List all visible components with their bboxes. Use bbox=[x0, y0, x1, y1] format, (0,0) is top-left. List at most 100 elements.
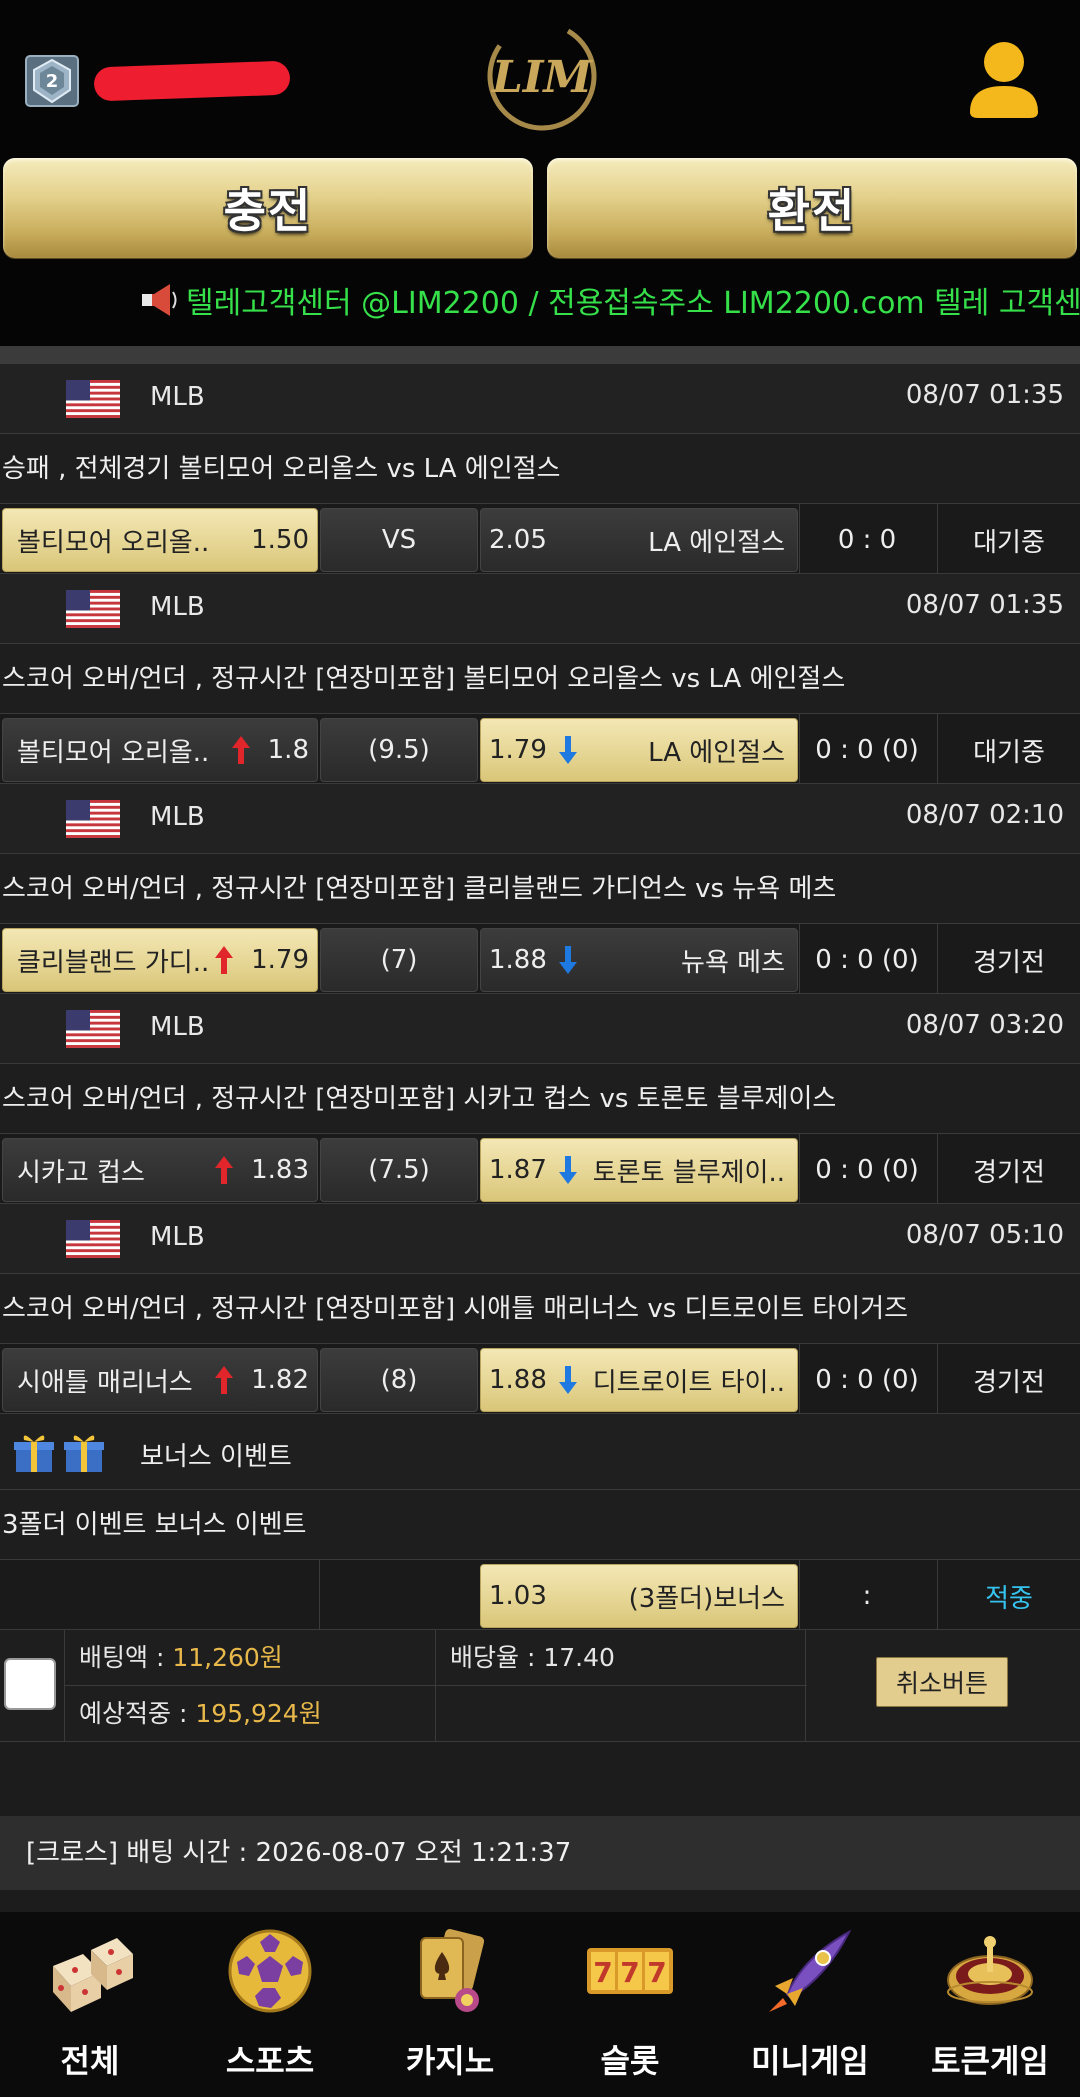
bet-list: MLB 08/07 01:35 승패 , 전체경기 볼티모어 오리올스 vs L… bbox=[0, 364, 1080, 1890]
match-time: 08/07 03:20 bbox=[905, 1010, 1064, 1040]
nav-all[interactable]: 전체 bbox=[0, 1912, 180, 2097]
ticker-text: 텔레고객센터 @LIM2200 / 전용접속주소 LIM2200.com 텔레 … bbox=[186, 286, 1080, 321]
home-odds: 1.8 bbox=[267, 735, 309, 765]
match-status: 경기전 bbox=[973, 947, 1045, 978]
home-odds: 1.82 bbox=[251, 1365, 309, 1395]
home-odds-button[interactable]: 볼티모어 오리올.. 1.50 bbox=[2, 508, 318, 572]
match-score: 0 : 0 (0) bbox=[815, 1365, 919, 1395]
home-team: 시카고 컵스 bbox=[17, 1157, 145, 1188]
market-title: 승패 , 전체경기 볼티모어 오리올스 vs LA 에인절스 bbox=[0, 434, 1080, 504]
away-odds-button[interactable]: 2.05 LA 에인절스 bbox=[480, 508, 798, 572]
rocket-icon bbox=[769, 1929, 852, 2012]
match-status: 대기중 bbox=[973, 737, 1045, 768]
nav-minigame[interactable]: 미니게임 bbox=[720, 1912, 900, 2097]
header: 2 LIM 충전 환전 텔레고객센터 @LIM2200 / 전용접속주소 LIM… bbox=[0, 0, 1080, 346]
league-row: MLB 08/07 01:35 bbox=[0, 364, 1080, 434]
nav-label: 스포츠 bbox=[225, 2042, 315, 2080]
league-name: MLB bbox=[150, 382, 205, 412]
draw-handicap-button[interactable]: (7) bbox=[320, 928, 478, 992]
bonus-odds-button[interactable]: 1.03 (3폴더)보너스 bbox=[480, 1564, 798, 1628]
market-title: 스코어 오버/언더 , 정규시간 [연장미포함] 시애틀 매리너스 vs 디트로… bbox=[0, 1274, 1080, 1344]
away-odds-button[interactable]: 1.79 LA 에인절스 bbox=[480, 718, 798, 782]
league-row: MLB 08/07 03:20 bbox=[0, 994, 1080, 1064]
league-name: MLB bbox=[150, 802, 205, 832]
megaphone-icon bbox=[142, 284, 177, 316]
summary-grid: 배팅액 : 11,260원 배당율 : 17.40 예상적중 : 195,924… bbox=[64, 1630, 807, 1742]
arrow-down-icon bbox=[558, 1156, 577, 1184]
bonus-label: (3폴더)보너스 bbox=[628, 1583, 785, 1614]
bonus-status: 적중 bbox=[985, 1583, 1033, 1614]
away-odds: 2.05 bbox=[489, 525, 547, 555]
notice-ticker: 텔레고객센터 @LIM2200 / 전용접속주소 LIM2200.com 텔레 … bbox=[140, 278, 1080, 322]
soccer-ball-icon bbox=[228, 1929, 312, 2013]
draw-handicap-button[interactable]: VS bbox=[320, 508, 478, 572]
away-team: 디트로이트 타이.. bbox=[592, 1367, 785, 1398]
svg-text:2: 2 bbox=[46, 71, 59, 92]
league-name: MLB bbox=[150, 1222, 205, 1252]
away-odds: 1.88 bbox=[489, 945, 547, 975]
match-status: 경기전 bbox=[973, 1157, 1045, 1188]
draw-handicap-button[interactable]: (7.5) bbox=[320, 1138, 478, 1202]
select-checkbox[interactable] bbox=[4, 1658, 56, 1710]
nav-label: 전체 bbox=[60, 2042, 120, 2080]
playing-cards-icon bbox=[420, 1929, 485, 2012]
home-odds-button[interactable]: 시카고 컵스 1.83 bbox=[2, 1138, 318, 1202]
svg-text:7: 7 bbox=[593, 1956, 612, 1989]
user-info[interactable]: 2 bbox=[24, 54, 291, 108]
odds-row: 시카고 컵스 1.83 (7.5) 1.87 토론토 블루제이.. 0 : 0 … bbox=[0, 1134, 1080, 1204]
home-odds-button[interactable]: 볼티모어 오리올.. 1.8 bbox=[2, 718, 318, 782]
home-team: 클리블랜드 가디.. bbox=[17, 947, 210, 978]
cancel-button[interactable]: 취소버튼 bbox=[876, 1657, 1008, 1707]
charge-button[interactable]: 충전 bbox=[3, 158, 533, 258]
away-odds: 1.87 bbox=[489, 1155, 547, 1185]
slot-777-icon: 7 7 7 bbox=[587, 1948, 673, 1994]
odds-row: 시애틀 매리너스 1.82 (8) 1.88 디트로이트 타이.. 0 : 0 … bbox=[0, 1344, 1080, 1414]
arrow-down-icon bbox=[558, 736, 577, 764]
away-team: 뉴욕 메츠 bbox=[681, 947, 785, 978]
away-team: LA 에인절스 bbox=[648, 527, 785, 558]
away-team: LA 에인절스 bbox=[648, 737, 785, 768]
bet-summary: 배팅액 : 11,260원 배당율 : 17.40 예상적중 : 195,924… bbox=[0, 1630, 1080, 1742]
match-score: 0 : 0 (0) bbox=[815, 1155, 919, 1185]
level-badge-icon: 2 bbox=[25, 55, 79, 107]
nav-sports[interactable]: 스포츠 bbox=[180, 1912, 360, 2097]
nav-casino[interactable]: 카지노 bbox=[360, 1912, 540, 2097]
nav-slot[interactable]: 7 7 7 슬롯 bbox=[540, 1912, 720, 2097]
arrow-up-icon bbox=[231, 736, 250, 764]
away-odds-button[interactable]: 1.87 토론토 블루제이.. bbox=[480, 1138, 798, 1202]
arrow-up-icon bbox=[215, 1156, 234, 1184]
league-row: MLB 08/07 02:10 bbox=[0, 784, 1080, 854]
nav-label: 카지노 bbox=[405, 2042, 495, 2080]
match-score: 0 : 0 bbox=[837, 525, 897, 555]
away-odds-button[interactable]: 1.88 디트로이트 타이.. bbox=[480, 1348, 798, 1412]
away-odds: 1.79 bbox=[489, 735, 547, 765]
nav-token-game[interactable]: 토큰게임 bbox=[900, 1912, 1080, 2097]
away-odds-button[interactable]: 1.88 뉴욕 메츠 bbox=[480, 928, 798, 992]
match-status: 대기중 bbox=[973, 527, 1045, 558]
draw-handicap-button[interactable]: (9.5) bbox=[320, 718, 478, 782]
dice-icon bbox=[53, 1938, 133, 2012]
us-flag-icon bbox=[66, 590, 120, 628]
gift-icon bbox=[64, 1435, 104, 1472]
league-row: MLB 08/07 01:35 bbox=[0, 574, 1080, 644]
profile-icon[interactable] bbox=[964, 36, 1044, 120]
header-separator bbox=[0, 346, 1080, 364]
match-time: 08/07 05:10 bbox=[905, 1220, 1064, 1250]
home-team: 볼티모어 오리올.. bbox=[17, 737, 210, 768]
bonus-title: 보너스 이벤트 bbox=[140, 1442, 292, 1472]
away-odds: 1.88 bbox=[489, 1365, 547, 1395]
us-flag-icon bbox=[66, 380, 120, 418]
bonus-market: 3폴더 이벤트 보너스 이벤트 bbox=[0, 1490, 1080, 1560]
us-flag-icon bbox=[66, 1010, 120, 1048]
odds-row: 클리블랜드 가디.. 1.79 (7) 1.88 뉴욕 메츠 0 : 0 (0)… bbox=[0, 924, 1080, 994]
lim-logo: LIM bbox=[487, 21, 597, 131]
draw-handicap-button[interactable]: (8) bbox=[320, 1348, 478, 1412]
bottom-nav: 전체 스포츠 카지노 7 7 7 슬롯 미니게임 토큰게임 bbox=[0, 1912, 1080, 2097]
gift-icon bbox=[14, 1435, 54, 1472]
home-odds-button[interactable]: 클리블랜드 가디.. 1.79 bbox=[2, 928, 318, 992]
us-flag-icon bbox=[66, 800, 120, 838]
exchange-button[interactable]: 환전 bbox=[547, 158, 1077, 258]
match-score: 0 : 0 (0) bbox=[815, 735, 919, 765]
home-odds-button[interactable]: 시애틀 매리너스 1.82 bbox=[2, 1348, 318, 1412]
league-name: MLB bbox=[150, 592, 205, 622]
